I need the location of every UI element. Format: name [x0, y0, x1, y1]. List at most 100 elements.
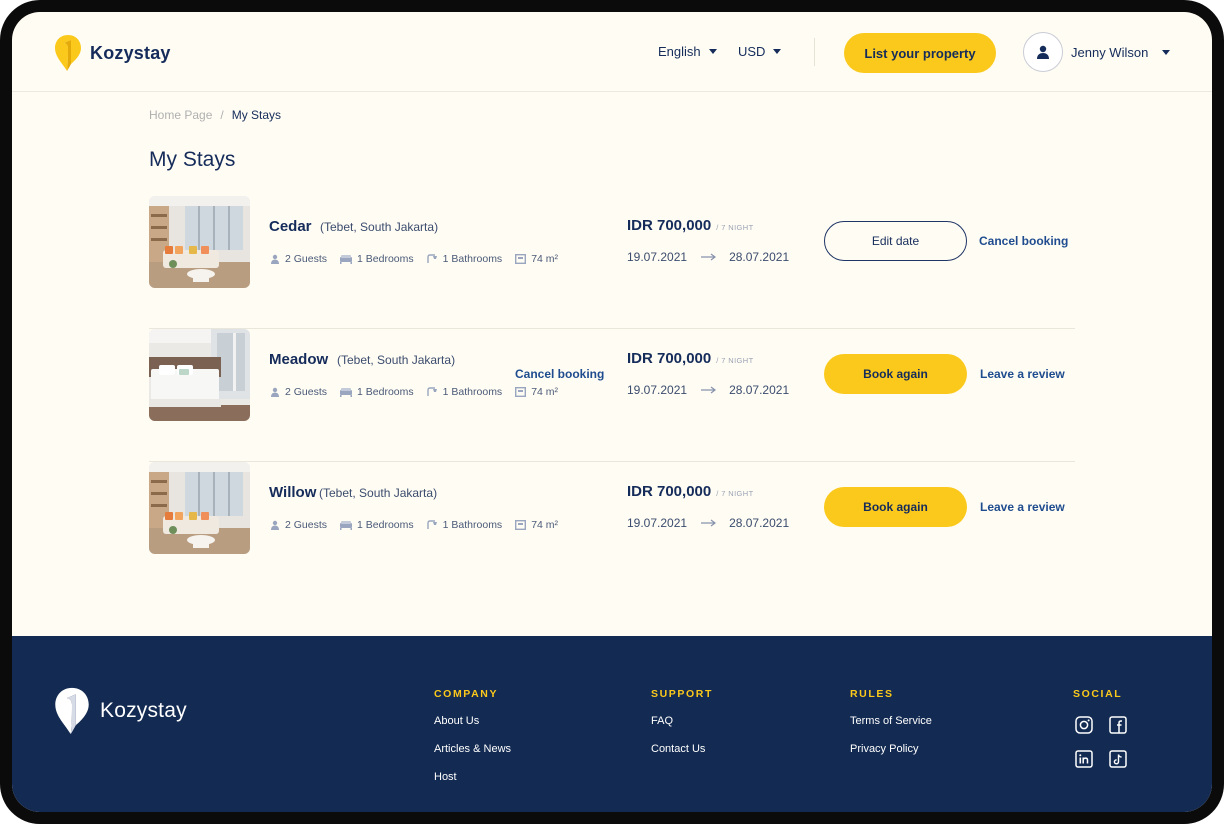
stay-card: Meadow (Tebet, South Jakarta) Cancel boo…	[149, 329, 1075, 462]
price-value: IDR 700,000	[627, 350, 712, 367]
bedroom-photo	[149, 329, 250, 421]
area-icon	[515, 254, 527, 264]
arrow-right-icon	[701, 253, 717, 261]
top-header: Kozystay English USD List your property …	[12, 12, 1212, 92]
facebook-icon[interactable]	[1108, 715, 1128, 735]
stay-photo[interactable]	[149, 329, 250, 421]
kozystay-logo-icon	[55, 35, 81, 71]
breadcrumb-current: My Stays	[231, 108, 282, 122]
guest-icon	[271, 387, 279, 397]
shower-icon	[426, 520, 437, 529]
footer-link-privacy[interactable]: Privacy Policy	[850, 743, 932, 755]
breadcrumb-home-link[interactable]: Home Page	[149, 108, 212, 122]
currency-selector[interactable]: USD	[738, 44, 782, 59]
stay-price: IDR 700,000 / 7 NIGHT	[627, 350, 754, 367]
price-value: IDR 700,000	[627, 217, 712, 234]
living-room-photo	[149, 196, 250, 288]
stay-features: 2 Guests 1 Bedrooms 1 Bathrooms 74 m²	[270, 386, 571, 398]
social-icons	[1074, 715, 1128, 769]
user-menu[interactable]: Jenny Wilson	[1023, 32, 1171, 72]
footer-link-faq[interactable]: FAQ	[651, 715, 713, 727]
price-unit: / 7 NIGHT	[716, 356, 754, 365]
site-footer: Kozystay COMPANY About Us Articles & New…	[12, 636, 1212, 812]
currency-value: USD	[738, 44, 766, 59]
footer-company: COMPANY About Us Articles & News Host	[434, 688, 511, 799]
feature-bedrooms: 1 Bedrooms	[340, 253, 414, 265]
footer-link-about[interactable]: About Us	[434, 715, 511, 727]
check-out-date: 28.07.2021	[729, 516, 790, 530]
feature-guests: 2 Guests	[270, 386, 327, 398]
footer-social: SOCIAL	[1073, 688, 1128, 769]
feature-bedrooms: 1 Bedrooms	[340, 386, 414, 398]
instagram-icon[interactable]	[1074, 715, 1094, 735]
feature-area: 74 m²	[515, 519, 558, 531]
stay-photo[interactable]	[149, 196, 250, 288]
feature-guests: 2 Guests	[270, 519, 327, 531]
stay-location: (Tebet, South Jakarta)	[319, 486, 438, 500]
leave-review-link[interactable]: Leave a review	[980, 367, 1065, 381]
feature-area: 74 m²	[515, 253, 558, 265]
page-title: My Stays	[149, 148, 236, 171]
feature-bathrooms: 1 Bathrooms	[426, 253, 502, 265]
footer-brand-logo[interactable]: Kozystay	[54, 686, 187, 736]
area-icon	[515, 520, 527, 530]
bed-icon	[340, 254, 353, 264]
footer-link-terms[interactable]: Terms of Service	[850, 715, 932, 727]
arrow-right-icon	[701, 386, 717, 394]
price-unit: / 7 NIGHT	[716, 489, 754, 498]
check-out-date: 28.07.2021	[729, 383, 790, 397]
user-name: Jenny Wilson	[1071, 44, 1149, 60]
book-again-button[interactable]: Book again	[824, 487, 967, 527]
tiktok-icon[interactable]	[1108, 749, 1128, 769]
price-unit: / 7 NIGHT	[716, 223, 754, 232]
leave-review-link[interactable]: Leave a review	[980, 500, 1065, 514]
feature-bathrooms: 1 Bathrooms	[426, 386, 502, 398]
footer-heading: SUPPORT	[651, 688, 713, 700]
footer-link-contact[interactable]: Contact Us	[651, 743, 713, 755]
stay-name: Meadow	[269, 351, 329, 368]
stay-photo[interactable]	[149, 462, 250, 554]
stay-card: Cedar (Tebet, South Jakarta) 2 Guests 1 …	[149, 196, 1075, 329]
bed-icon	[340, 520, 353, 530]
avatar	[1023, 32, 1063, 72]
feature-bathrooms: 1 Bathrooms	[426, 519, 502, 531]
footer-link-articles[interactable]: Articles & News	[434, 743, 511, 755]
shower-icon	[426, 254, 437, 263]
footer-heading: RULES	[850, 688, 894, 700]
cancel-booking-link[interactable]: Cancel booking	[515, 367, 604, 381]
kozystay-logo-icon	[55, 687, 89, 735]
book-again-button[interactable]: Book again	[824, 354, 967, 394]
chevron-down-icon	[1162, 49, 1171, 55]
breadcrumb: Home Page / My Stays	[149, 108, 281, 122]
stay-dates: 19.07.2021 28.07.2021	[627, 250, 789, 264]
stay-price: IDR 700,000 / 7 NIGHT	[627, 217, 754, 234]
language-selector[interactable]: English	[658, 44, 717, 59]
stay-features: 2 Guests 1 Bedrooms 1 Bathrooms 74 m²	[270, 253, 571, 265]
footer-link-host[interactable]: Host	[434, 771, 511, 783]
feature-bedrooms: 1 Bedrooms	[340, 519, 414, 531]
header-divider	[814, 38, 815, 66]
brand-name: Kozystay	[90, 42, 171, 63]
edit-date-button[interactable]: Edit date	[824, 221, 967, 261]
bed-icon	[340, 387, 353, 397]
stay-price: IDR 700,000 / 7 NIGHT	[627, 483, 754, 500]
stay-dates: 19.07.2021 28.07.2021	[627, 516, 789, 530]
list-property-button[interactable]: List your property	[844, 33, 996, 73]
breadcrumb-separator: /	[220, 108, 224, 122]
stay-name: Willow	[269, 484, 317, 501]
stay-location: (Tebet, South Jakarta)	[337, 353, 456, 367]
living-room-photo	[149, 462, 250, 554]
footer-brand-name: Kozystay	[100, 699, 187, 722]
chevron-down-icon	[708, 49, 717, 54]
linkedin-icon[interactable]	[1074, 749, 1094, 769]
cancel-booking-link[interactable]: Cancel booking	[979, 234, 1068, 248]
area-icon	[515, 387, 527, 397]
stay-card: Willow (Tebet, South Jakarta) 2 Guests 1…	[149, 462, 1075, 595]
language-value: English	[658, 44, 701, 59]
feature-guests: 2 Guests	[270, 253, 327, 265]
check-in-date: 19.07.2021	[627, 250, 688, 264]
brand-logo[interactable]: Kozystay	[54, 34, 171, 72]
footer-heading: COMPANY	[434, 688, 499, 700]
arrow-right-icon	[701, 519, 717, 527]
stay-location: (Tebet, South Jakarta)	[320, 220, 439, 234]
